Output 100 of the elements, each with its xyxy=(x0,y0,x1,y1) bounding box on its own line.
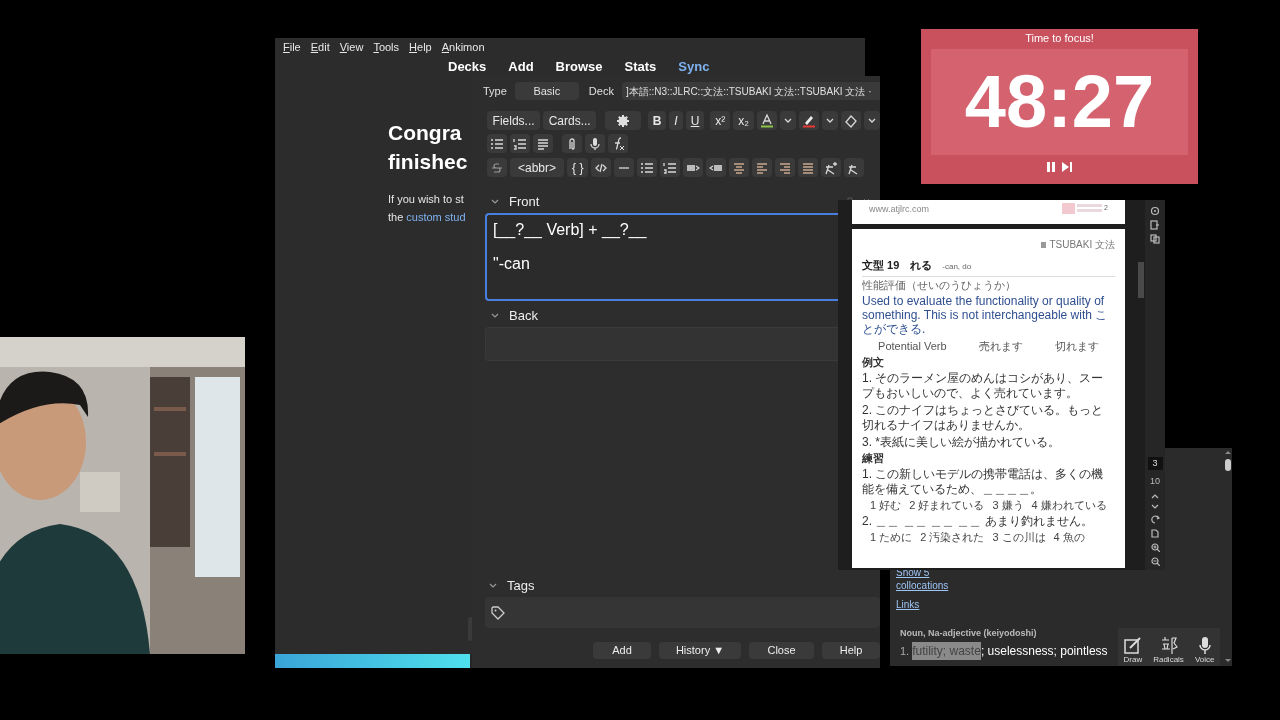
dialog-button[interactable]: History ▼ xyxy=(659,642,741,659)
page-header: TSUBAKI 文法 xyxy=(1049,238,1115,252)
text-color-icon[interactable] xyxy=(760,113,774,128)
page-url: www.atjlrc.com xyxy=(869,203,929,216)
field-text: "-can xyxy=(493,255,531,273)
answer-option: 1 ために xyxy=(870,531,913,544)
chevron-up-icon[interactable] xyxy=(1151,493,1159,499)
menu-item[interactable]: Ankimon xyxy=(441,38,485,56)
kanji-radical-icon xyxy=(1159,636,1178,654)
answer-option: 4 魚の xyxy=(1053,531,1085,544)
custom-study-link[interactable]: custom stud xyxy=(406,208,466,226)
menu-item[interactable]: File xyxy=(283,38,301,56)
align-justify-icon[interactable] xyxy=(801,160,816,175)
eraser-icon[interactable] xyxy=(844,113,858,128)
toolbar-button[interactable]: B xyxy=(647,111,667,130)
timer-title: Time to focus! xyxy=(1025,31,1094,46)
text-field[interactable]: [__?__ Verb] + __?__ "-can xyxy=(485,213,838,301)
answer-option: 2 好まれている xyxy=(909,499,985,512)
align-center-icon[interactable] xyxy=(732,160,747,175)
toolbar-button[interactable]: <abbr> xyxy=(510,158,565,177)
page-count: 10 xyxy=(1150,474,1160,488)
align-left-icon[interactable] xyxy=(755,160,770,175)
pause-icon[interactable] xyxy=(1047,162,1056,172)
zoom-out-icon[interactable] xyxy=(1150,557,1160,566)
page-title: 文型 19 れる xyxy=(862,258,933,273)
document-icon[interactable] xyxy=(1150,529,1160,538)
toolbar-button[interactable]: Cards... xyxy=(543,111,597,130)
page-subtitle: -can, do xyxy=(942,261,972,273)
menu-item[interactable]: Tools xyxy=(373,38,400,56)
tool-button[interactable]: Draw xyxy=(1123,636,1143,664)
collocations-link[interactable]: collocations xyxy=(896,579,949,592)
part-of-speech: Noun, Na-adjective (keiyodoshi) xyxy=(900,627,1037,640)
timer-time: 48:27 xyxy=(964,65,1155,139)
type-label: Type xyxy=(483,83,507,99)
links-link[interactable]: Links xyxy=(896,598,949,611)
zoom-in-icon[interactable] xyxy=(1150,543,1160,552)
refresh-icon[interactable] xyxy=(1150,515,1160,524)
menu-item[interactable]: View xyxy=(339,38,364,56)
deck-label: Deck xyxy=(588,83,614,99)
nav-link[interactable]: Sync xyxy=(678,57,710,77)
align-right-icon[interactable] xyxy=(778,160,793,175)
dialog-button[interactable]: Help xyxy=(822,642,880,659)
copy-icon[interactable] xyxy=(1150,234,1160,244)
settings-icon[interactable] xyxy=(615,113,630,128)
field-text: [__?__ Verb] + __?__ xyxy=(493,221,648,239)
paragraph-icon[interactable] xyxy=(536,136,550,151)
text-field[interactable] xyxy=(485,327,838,361)
menu-item[interactable]: Edit xyxy=(310,38,330,56)
nav-link[interactable]: Browse xyxy=(555,57,603,77)
heading-text: finishec xyxy=(388,149,468,175)
toolbar-button[interactable]: U xyxy=(685,111,705,130)
tags-field[interactable] xyxy=(485,597,880,628)
gloss-text: ; uselessness; pointless xyxy=(980,643,1108,660)
field-label: Front xyxy=(509,193,540,212)
nav-link[interactable]: Add xyxy=(508,57,534,77)
document-icon[interactable] xyxy=(1150,220,1160,230)
tag-icon xyxy=(491,605,505,620)
pattern-text: Potential Verb xyxy=(878,338,947,354)
furigana-add-icon[interactable] xyxy=(824,160,839,175)
microphone-icon[interactable] xyxy=(588,136,602,151)
numbered-list-icon[interactable] xyxy=(513,136,527,151)
bulleted-list-icon[interactable] xyxy=(640,160,655,175)
dialog-button[interactable]: Add xyxy=(593,642,651,659)
settings-icon[interactable] xyxy=(1150,206,1160,216)
deck-button[interactable]: ]本語::N3::JLRC::文法::TSUBAKI 文法::TSUBAKI 文法 · xyxy=(621,82,880,100)
bulleted-list-icon[interactable] xyxy=(490,136,504,151)
tool-button[interactable]: Voice xyxy=(1194,636,1215,664)
toolbar-button[interactable]: { } xyxy=(567,158,589,177)
toolbar-button[interactable]: x₂ xyxy=(733,111,754,130)
answer-option: 2 汚染された xyxy=(920,531,985,544)
chevron-down-icon[interactable] xyxy=(1151,504,1159,510)
answer-option: 3 この川は xyxy=(992,531,1046,544)
pattern-text: 切れます xyxy=(1054,338,1099,354)
term-text: 性能評価（せいのうひょうか） xyxy=(862,278,1017,292)
tool-button[interactable]: Radicals xyxy=(1153,636,1184,664)
pencil-icon xyxy=(1123,636,1142,654)
dialog-button[interactable]: Close xyxy=(749,642,814,659)
example-sentence: 2. このナイフはちょっとさびている。もっと切れるナイフはありませんか。 xyxy=(862,403,1105,433)
field-label: Tags xyxy=(507,577,535,596)
menu-item[interactable]: Help xyxy=(409,38,432,56)
pattern-text: 売れます xyxy=(978,338,1023,354)
example-sentence: 1. そのラーメン屋のめんはコシがあり、スープもおいしいので、よく売れています。 xyxy=(862,371,1105,401)
sense-number: 1. xyxy=(900,643,910,659)
strikethrough-icon[interactable] xyxy=(490,160,504,175)
skip-icon[interactable] xyxy=(1062,162,1072,172)
toolbar-button[interactable]: x² xyxy=(710,111,731,130)
nav-link[interactable]: Decks xyxy=(448,57,487,77)
page-number-field[interactable]: 3 xyxy=(1147,456,1163,470)
toolbar-button[interactable]: Fields... xyxy=(487,111,541,130)
field-label: Back xyxy=(509,307,538,326)
heading-text: Congra xyxy=(388,120,463,146)
nav-link[interactable]: Stats xyxy=(624,57,657,77)
body-text: the xyxy=(388,210,404,225)
answer-option: 4 嫌われている xyxy=(1031,499,1107,512)
highlighter-icon[interactable] xyxy=(802,113,816,128)
scrollbar-thumb[interactable] xyxy=(1138,262,1144,298)
toolbar-button[interactable]: I xyxy=(669,111,683,130)
note-type-button[interactable]: Basic xyxy=(514,82,579,100)
numbered-list-icon[interactable] xyxy=(663,160,678,175)
question-text: 2. ＿＿ ＿＿ ＿＿ ＿＿ あまり釣れません。 xyxy=(862,514,1094,529)
